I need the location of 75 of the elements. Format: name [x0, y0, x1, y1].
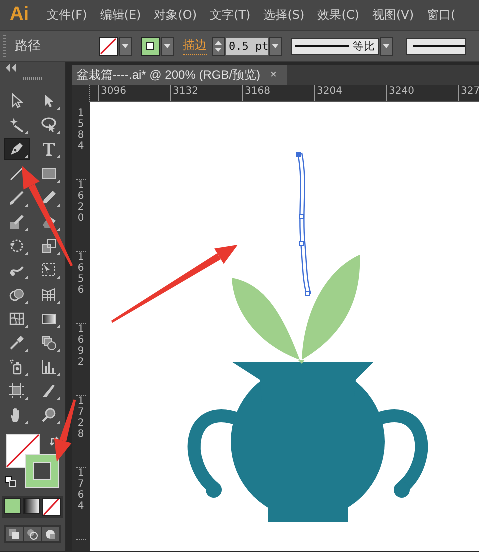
scale-icon: [40, 238, 56, 254]
color-mode-button[interactable]: [4, 498, 21, 514]
menu-item[interactable]: 编辑(E): [100, 6, 142, 24]
caret-icon: [122, 44, 129, 48]
document-tab[interactable]: 盆栽篇----.ai* @ 200% (RGB/预览) ×: [72, 65, 287, 85]
ruler-label: 1656: [76, 252, 86, 324]
ruler-label: 3204: [314, 85, 386, 101]
pencil-icon: [40, 190, 56, 206]
knife-icon: [40, 383, 56, 400]
ruler-label: 1620: [76, 180, 86, 252]
stroke-dropdown[interactable]: [161, 36, 174, 56]
stroke-link[interactable]: 描边: [183, 37, 207, 55]
ruler-label: 327: [458, 85, 479, 101]
spray-can-icon: [8, 359, 24, 376]
wand-icon: [8, 117, 24, 134]
gradient-mode-button[interactable]: [23, 498, 40, 514]
draw-mode-button[interactable]: [24, 527, 41, 542]
stroke-swatch[interactable]: [141, 36, 160, 56]
ruler-label: 1584: [76, 108, 86, 180]
menu-item[interactable]: 效果(C): [318, 6, 360, 24]
ruler-label: 1692: [76, 324, 86, 396]
annotation-arrow: [54, 400, 76, 462]
ruler-origin[interactable]: [72, 85, 90, 102]
draw-mode-button[interactable]: [6, 527, 23, 542]
ruler-label: 3096: [98, 85, 170, 101]
pen-nib-icon: [8, 141, 24, 158]
fill-dropdown[interactable]: [119, 36, 132, 56]
menu-item[interactable]: 视图(V): [372, 6, 414, 24]
app-logo: Ai: [10, 4, 29, 26]
object-type-label: 路径: [15, 38, 42, 55]
menu-item[interactable]: 选择(S): [264, 6, 305, 24]
panel-grip[interactable]: [3, 35, 6, 57]
stroke-weight-field[interactable]: 0.5 pt: [226, 38, 268, 54]
ruler-label: 3132: [170, 85, 242, 101]
none-mode-button[interactable]: [42, 498, 61, 516]
profile-caret[interactable]: [380, 36, 393, 56]
caret-icon: [164, 44, 171, 48]
rotate-icon: [8, 238, 24, 254]
ruler-label: 3240: [386, 85, 458, 101]
close-button[interactable]: ×: [270, 69, 277, 81]
menu-item[interactable]: 文件(F): [47, 6, 88, 24]
menu-item[interactable]: 对象(O): [154, 6, 198, 24]
profile-dropdown[interactable]: 等比: [291, 38, 379, 54]
bar-chart-icon: [40, 359, 56, 376]
magnifier-icon: [40, 407, 56, 424]
panel-grip[interactable]: [22, 77, 42, 80]
swap-arrows-icon[interactable]: [50, 436, 60, 448]
eyedropper-icon: [8, 334, 24, 351]
brush-icon: [8, 214, 24, 230]
brush-icon: [8, 190, 24, 206]
t-shape-icon: [40, 141, 56, 158]
stepper-icon[interactable]: [212, 36, 225, 56]
shape-builder-icon: [8, 286, 24, 302]
menu-item[interactable]: 窗口(: [427, 6, 456, 24]
tool-button[interactable]: [4, 138, 30, 160]
collapse-icon[interactable]: [5, 64, 17, 72]
ruler-label: 1764: [76, 468, 86, 540]
grid-icon: [40, 286, 56, 302]
artboard-icon: [8, 383, 24, 400]
weight-dropdown[interactable]: [269, 36, 282, 56]
draw-mode-button[interactable]: [42, 527, 59, 542]
blend-icon: [40, 334, 56, 351]
caret-icon: [383, 44, 390, 48]
mesh-icon: [8, 310, 24, 327]
default-colors-icon[interactable]: [4, 476, 16, 488]
caret-icon: [272, 44, 279, 48]
transform-icon: [40, 262, 56, 278]
lasso-icon: [40, 117, 56, 134]
menu-item[interactable]: 文字(T): [210, 6, 251, 24]
rectangle-icon: [40, 166, 56, 182]
brush-dropdown[interactable]: [406, 38, 466, 54]
line-icon: [8, 166, 24, 182]
fill-swatch[interactable]: [99, 36, 118, 56]
ruler-label: 3168: [242, 85, 314, 101]
stroke-color-swatch[interactable]: [24, 454, 58, 488]
